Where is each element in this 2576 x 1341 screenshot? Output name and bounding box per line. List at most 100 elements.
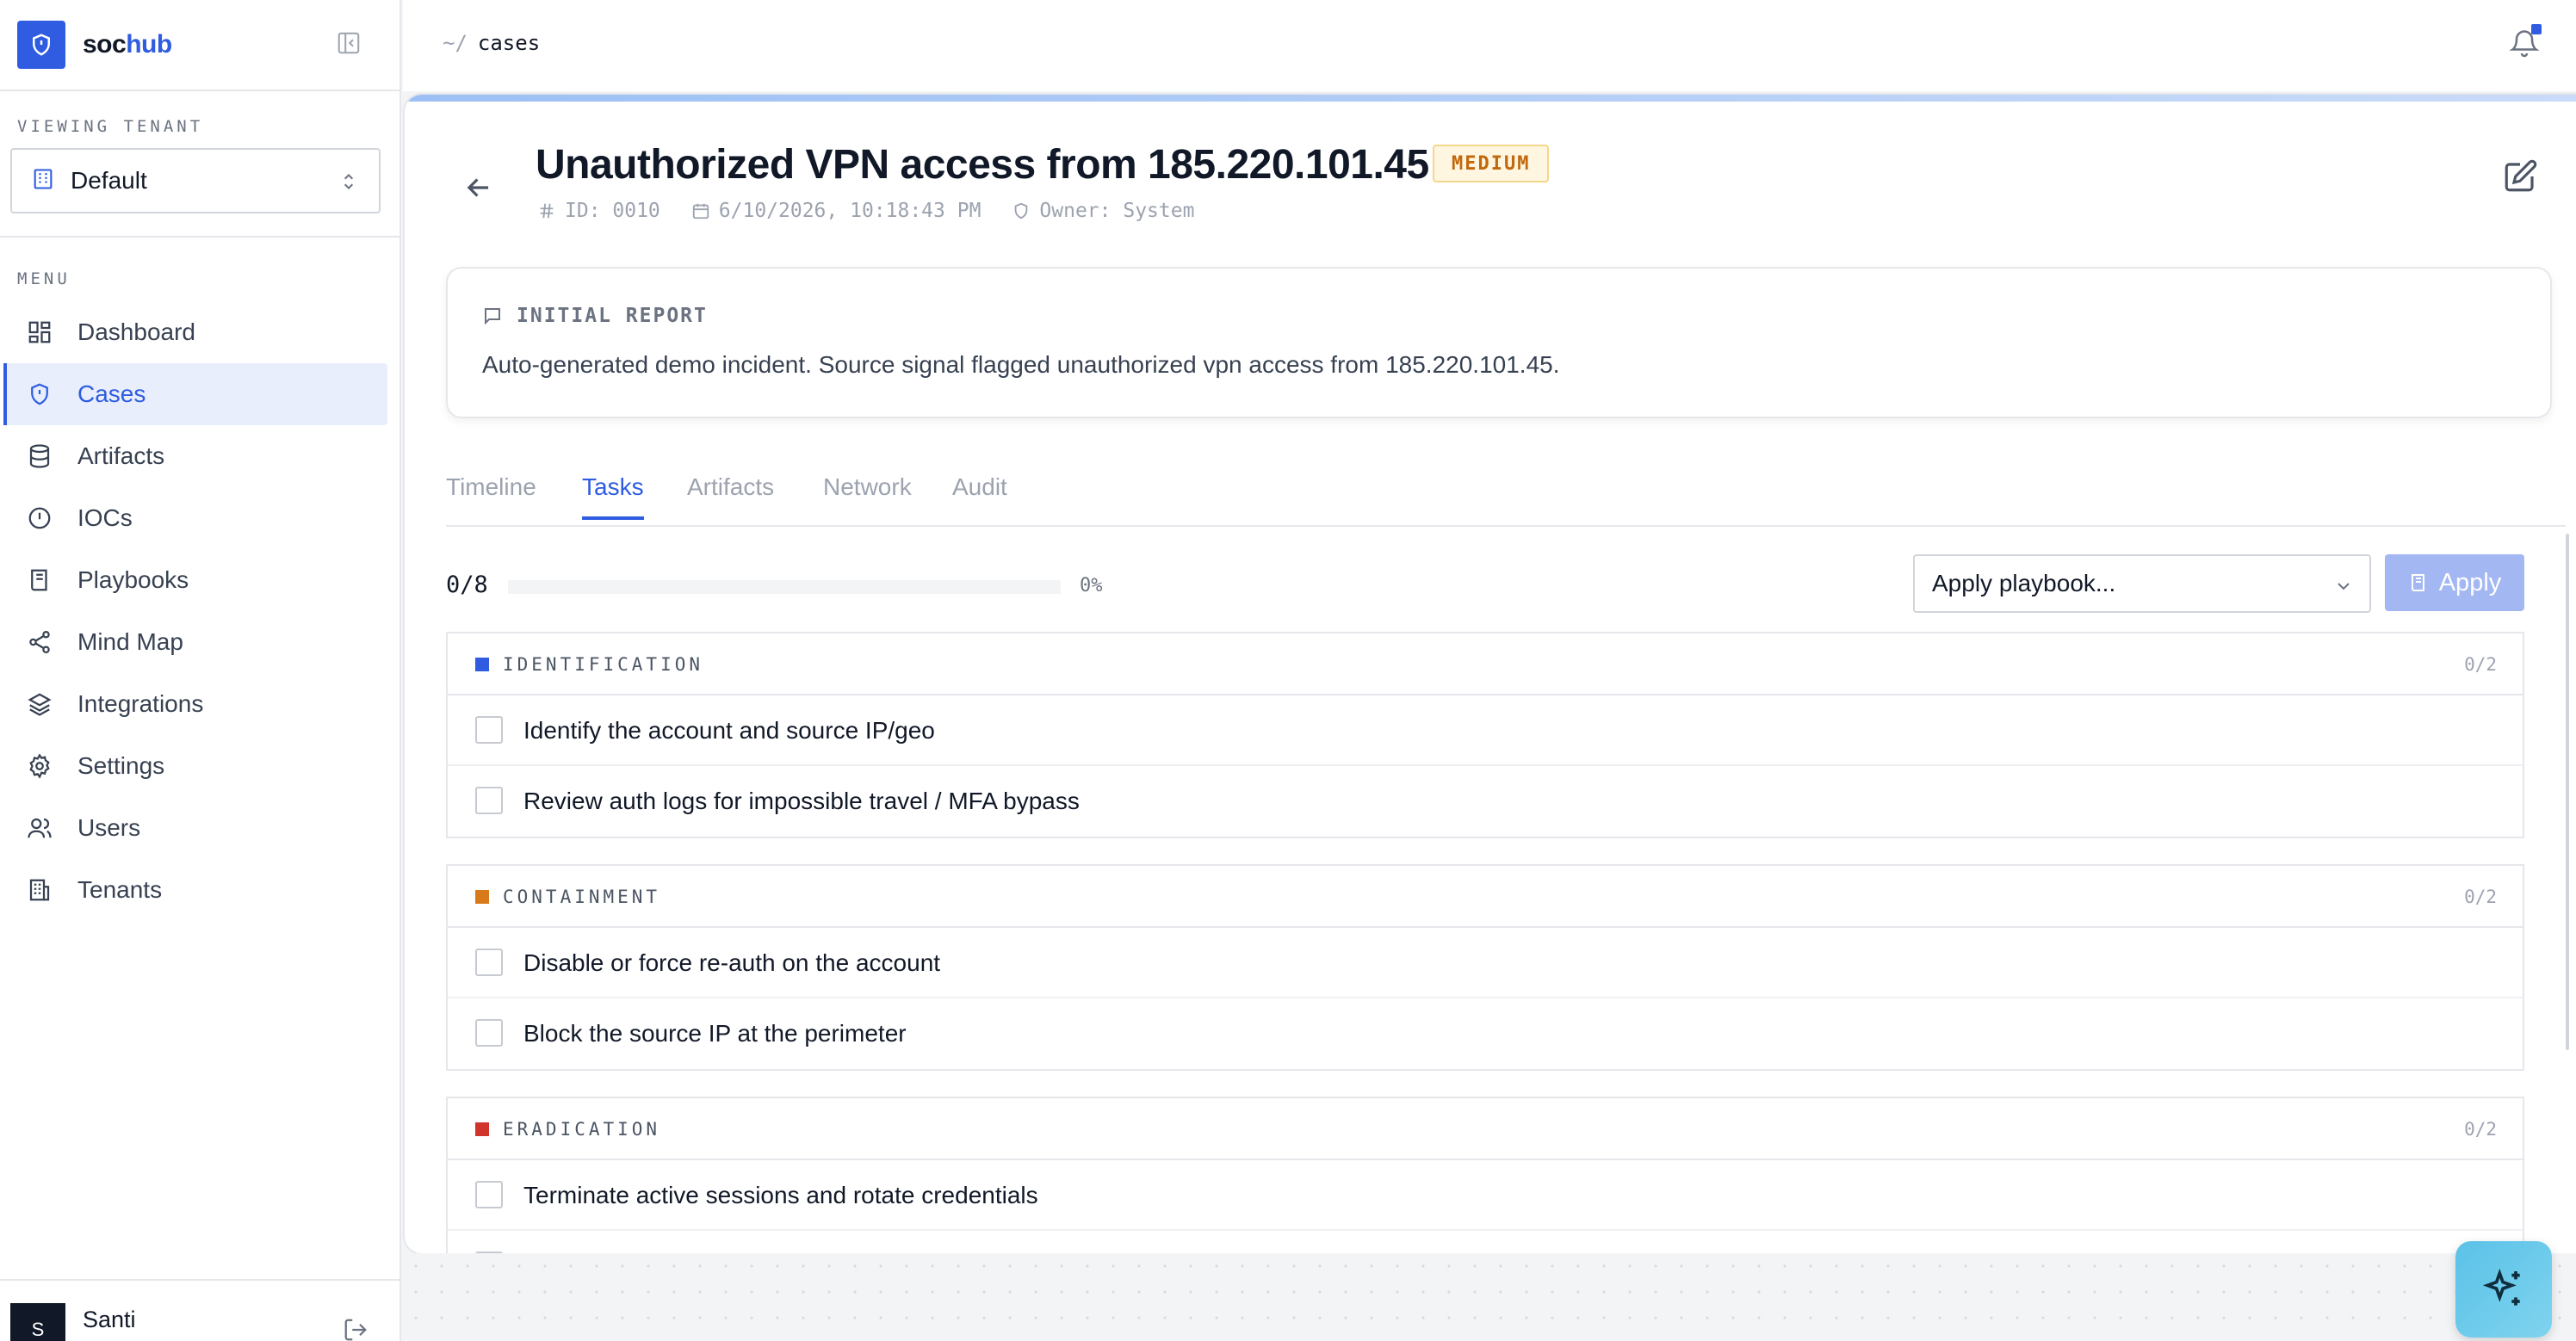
phase-color-marker xyxy=(475,890,489,904)
sidebar-item-label: Playbooks xyxy=(77,566,189,593)
layers-icon xyxy=(24,689,55,720)
book-icon xyxy=(2411,574,2424,591)
case-meta: ID: 0010 6/10/2026, 10:18:43 PM Owner: S… xyxy=(537,200,1225,222)
task-checkbox[interactable] xyxy=(475,1181,503,1208)
task-checkbox[interactable] xyxy=(475,949,503,976)
alert-circle-icon xyxy=(24,503,55,534)
task-item: Review auth logs for impossible travel /… xyxy=(448,766,2523,837)
progress-percent: 0% xyxy=(1080,575,1103,596)
sidebar-item-label: Mind Map xyxy=(77,628,183,655)
sidebar-item-label: Cases xyxy=(77,380,146,407)
building-icon xyxy=(31,167,55,195)
tab-timeline[interactable]: Timeline xyxy=(446,473,536,516)
shield-icon xyxy=(1015,202,1028,219)
topbar: ~/ cases xyxy=(403,0,2576,91)
task-progress: 0/8 0% Apply playbook... Apply xyxy=(446,542,2552,625)
sparkles-icon xyxy=(2482,1268,2520,1306)
gear-icon xyxy=(24,751,55,782)
database-icon xyxy=(24,441,55,472)
book-icon xyxy=(24,565,55,596)
edit-icon[interactable] xyxy=(2502,158,2538,199)
phase-name: IDENTIFICATION xyxy=(503,654,704,675)
shield-icon xyxy=(24,379,55,410)
playbook-select[interactable]: Apply playbook... xyxy=(1913,554,2371,613)
phase-color-marker xyxy=(475,1122,489,1136)
grid-icon xyxy=(24,317,55,348)
phase-name: ERADICATION xyxy=(503,1119,661,1140)
users-icon xyxy=(24,813,55,844)
sidebar-item-users[interactable]: Users xyxy=(3,797,387,859)
case-owner: Owner: System xyxy=(1012,200,1194,222)
tab-tasks[interactable]: Tasks xyxy=(582,473,644,520)
breadcrumb-current[interactable]: cases xyxy=(478,31,540,55)
case-title: Unauthorized VPN access from 185.220.101… xyxy=(536,142,1429,188)
sidebar-item-artifacts[interactable]: Artifacts xyxy=(3,425,387,487)
avatar: S xyxy=(10,1303,65,1341)
phase-name: CONTAINMENT xyxy=(503,887,661,907)
sidebar-item-cases[interactable]: Cases xyxy=(3,363,387,425)
sidebar-item-label: Dashboard xyxy=(77,318,195,345)
sidebar-item-label: IOCs xyxy=(77,504,133,531)
task-checkbox[interactable] xyxy=(475,716,503,744)
task-item: Disable or force re-auth on the account xyxy=(448,928,2523,998)
sidebar-item-iocs[interactable]: IOCs xyxy=(3,487,387,549)
sidebar-item-label: Settings xyxy=(77,752,165,779)
task-checkbox[interactable] xyxy=(475,1019,503,1047)
task-item: Terminate active sessions and rotate cre… xyxy=(448,1160,2523,1231)
chevron-updown-icon xyxy=(337,169,360,199)
building-icon xyxy=(24,874,55,905)
tenant-value: Default xyxy=(71,167,147,194)
user-name: Santi xyxy=(83,1307,136,1332)
severity-badge: MEDIUM xyxy=(1433,145,1550,182)
hash-icon xyxy=(540,203,554,219)
sidebar-item-mind-map[interactable]: Mind Map xyxy=(3,611,387,673)
chevron-down-icon xyxy=(2333,575,2354,603)
tenant-label: VIEWING TENANT xyxy=(17,117,204,136)
back-arrow-icon[interactable] xyxy=(458,167,499,208)
case-tabs: Timeline Tasks Artifacts Network Audit xyxy=(446,456,2566,527)
sidebar-item-settings[interactable]: Settings xyxy=(3,735,387,797)
scrollbar[interactable] xyxy=(2566,534,2569,1050)
main-nav: Dashboard Cases Artifacts IOCs Playbooks… xyxy=(3,301,387,921)
task-item: Identify the account and source IP/geo xyxy=(448,695,2523,766)
phase-header: IDENTIFICATION 0/2 xyxy=(448,633,2523,695)
task-checkbox[interactable] xyxy=(475,787,503,814)
sidebar-item-label: Tenants xyxy=(77,876,163,903)
task-item xyxy=(448,1231,2523,1253)
sidebar-item-dashboard[interactable]: Dashboard xyxy=(3,301,387,363)
sidebar-item-integrations[interactable]: Integrations xyxy=(3,673,387,735)
tab-artifacts[interactable]: Artifacts xyxy=(687,473,774,516)
phase-color-marker xyxy=(475,658,489,671)
report-text: Auto-generated demo incident. Source sig… xyxy=(482,351,1560,378)
sidebar-item-tenants[interactable]: Tenants xyxy=(3,859,387,921)
phase-identification: IDENTIFICATION 0/2 Identify the account … xyxy=(446,632,2524,838)
sidebar-item-label: Integrations xyxy=(77,690,204,717)
sidebar-item-playbooks[interactable]: Playbooks xyxy=(3,549,387,611)
case-detail-card: Unauthorized VPN access from 185.220.101… xyxy=(405,95,2576,1253)
user-bar: S Santi xyxy=(0,1279,401,1341)
report-heading: INITIAL REPORT xyxy=(482,305,708,327)
apply-playbook-button[interactable]: Apply xyxy=(2385,554,2524,611)
tab-audit[interactable]: Audit xyxy=(952,473,1007,516)
page-background xyxy=(403,1253,2576,1341)
collapse-sidebar-icon[interactable] xyxy=(334,28,363,58)
phase-count: 0/2 xyxy=(2464,887,2497,907)
sidebar-item-label: Artifacts xyxy=(77,442,165,469)
phase-header: CONTAINMENT 0/2 xyxy=(448,866,2523,928)
accent-bar xyxy=(405,95,2576,102)
task-item: Block the source IP at the perimeter xyxy=(448,998,2523,1069)
notification-dot xyxy=(2531,24,2542,34)
ai-assistant-button[interactable] xyxy=(2455,1241,2552,1338)
message-icon xyxy=(485,308,500,325)
brand-name: sochub xyxy=(83,30,172,59)
logout-icon[interactable] xyxy=(343,1317,368,1341)
playbook-select-value: Apply playbook... xyxy=(1932,570,2116,596)
tab-network[interactable]: Network xyxy=(823,473,912,516)
phase-count: 0/2 xyxy=(2464,654,2497,675)
calendar-icon xyxy=(692,203,709,219)
progress-bar xyxy=(508,580,1061,594)
sidebar: sochub VIEWING TENANT Default MENU Dashb… xyxy=(0,0,401,1341)
breadcrumb: ~/ cases xyxy=(443,31,540,55)
phase-header: ERADICATION 0/2 xyxy=(448,1098,2523,1160)
tenant-select[interactable]: Default xyxy=(10,148,381,213)
